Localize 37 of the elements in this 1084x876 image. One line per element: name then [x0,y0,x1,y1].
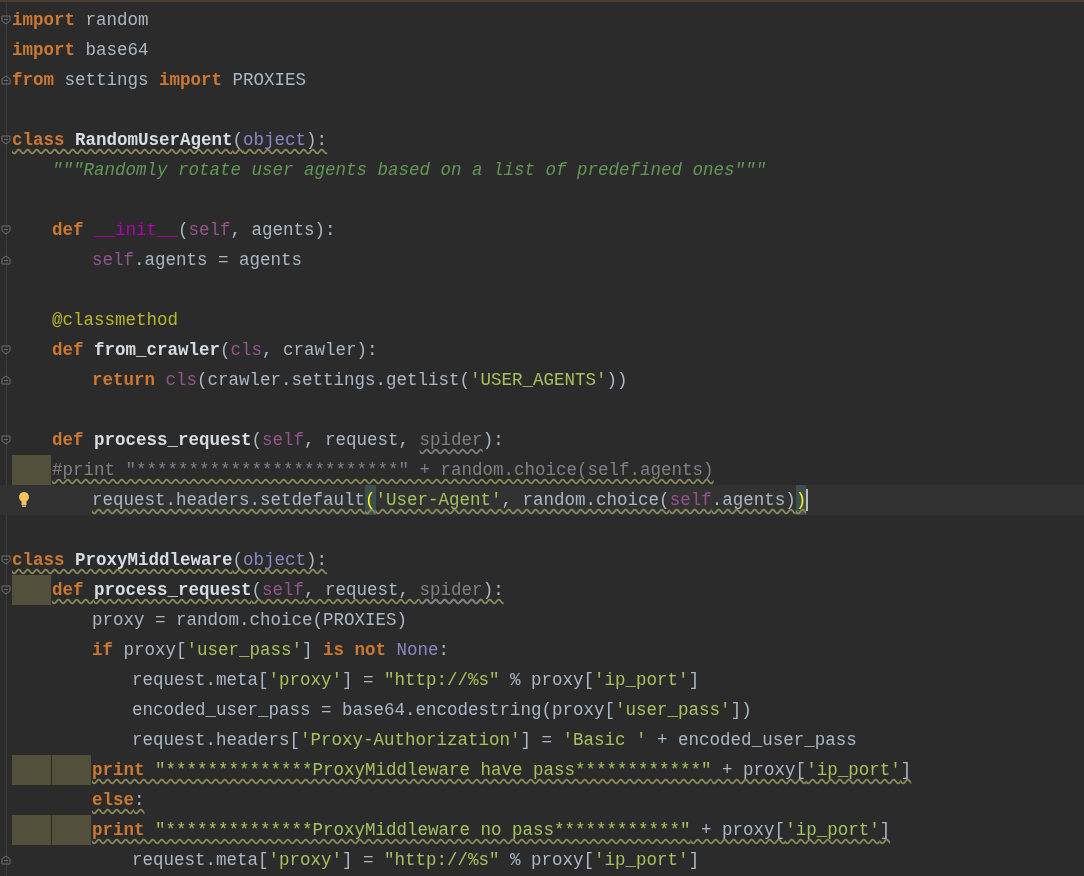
code-line: def from_crawler(cls, crawler): [52,339,378,362]
code-line: class ProxyMiddleware(object): [12,549,328,572]
code-line: self.agents = agents [92,249,303,272]
code-line: def process_request(self, request, spider): [52,579,504,602]
code-line: request.meta['proxy'] = "http://%s" % proxy['ip_port'] [132,849,700,872]
code-line: def __init__(self, agents): [52,219,336,242]
code-line: request.headers['Proxy-Authorization'] = 'Basic ' + encoded_user_pass [132,729,857,752]
fold-marker-icon[interactable] [1,225,11,235]
code-line: request.headers.setdefault('User-Agent', random.choice(self.agents)) [92,485,807,515]
code-line: #print "*************************" + random.choice(self.agents) [52,459,714,482]
fold-marker-icon[interactable] [1,435,11,445]
fold-marker-icon[interactable] [1,255,11,265]
code-line: @classmethod [52,309,179,332]
code-line: import random [12,9,149,32]
code-line: return cls(crawler.settings.getlist('USER_AGENTS')) [92,369,628,392]
text-cursor [806,489,809,511]
code-line: print "**************ProxyMiddleware have pass************" + proxy['ip_port'] [92,759,912,782]
fold-marker-icon[interactable] [1,75,11,85]
code-line: else: [92,789,145,812]
lightbulb-icon[interactable] [17,491,31,508]
fold-marker-icon[interactable] [1,345,11,355]
code-line: print "**************ProxyMiddleware no pass************" + proxy['ip_port'] [92,819,891,842]
code-line: if proxy['user_pass'] is not None: [92,639,450,662]
fold-marker-icon[interactable] [1,375,11,385]
fold-marker-icon[interactable] [1,15,11,25]
code-line: from settings import PROXIES [12,69,307,92]
code-line: proxy = random.choice(PROXIES) [92,609,408,632]
code-line: request.meta['proxy'] = "http://%s" % proxy['ip_port'] [132,669,700,692]
code-line: def process_request(self, request, spider): [52,429,504,452]
code-line: class RandomUserAgent(object): [12,129,328,152]
code-line: """Randomly rotate user agents based on a list of predefined ones""" [52,159,767,182]
fold-marker-icon[interactable] [1,135,11,145]
code-line: encoded_user_pass = base64.encodestring(proxy['user_pass']) [132,699,752,722]
code-line: import base64 [12,39,149,62]
fold-marker-icon[interactable] [1,555,11,565]
fold-marker-icon[interactable] [1,585,11,595]
fold-marker-icon[interactable] [1,855,11,865]
